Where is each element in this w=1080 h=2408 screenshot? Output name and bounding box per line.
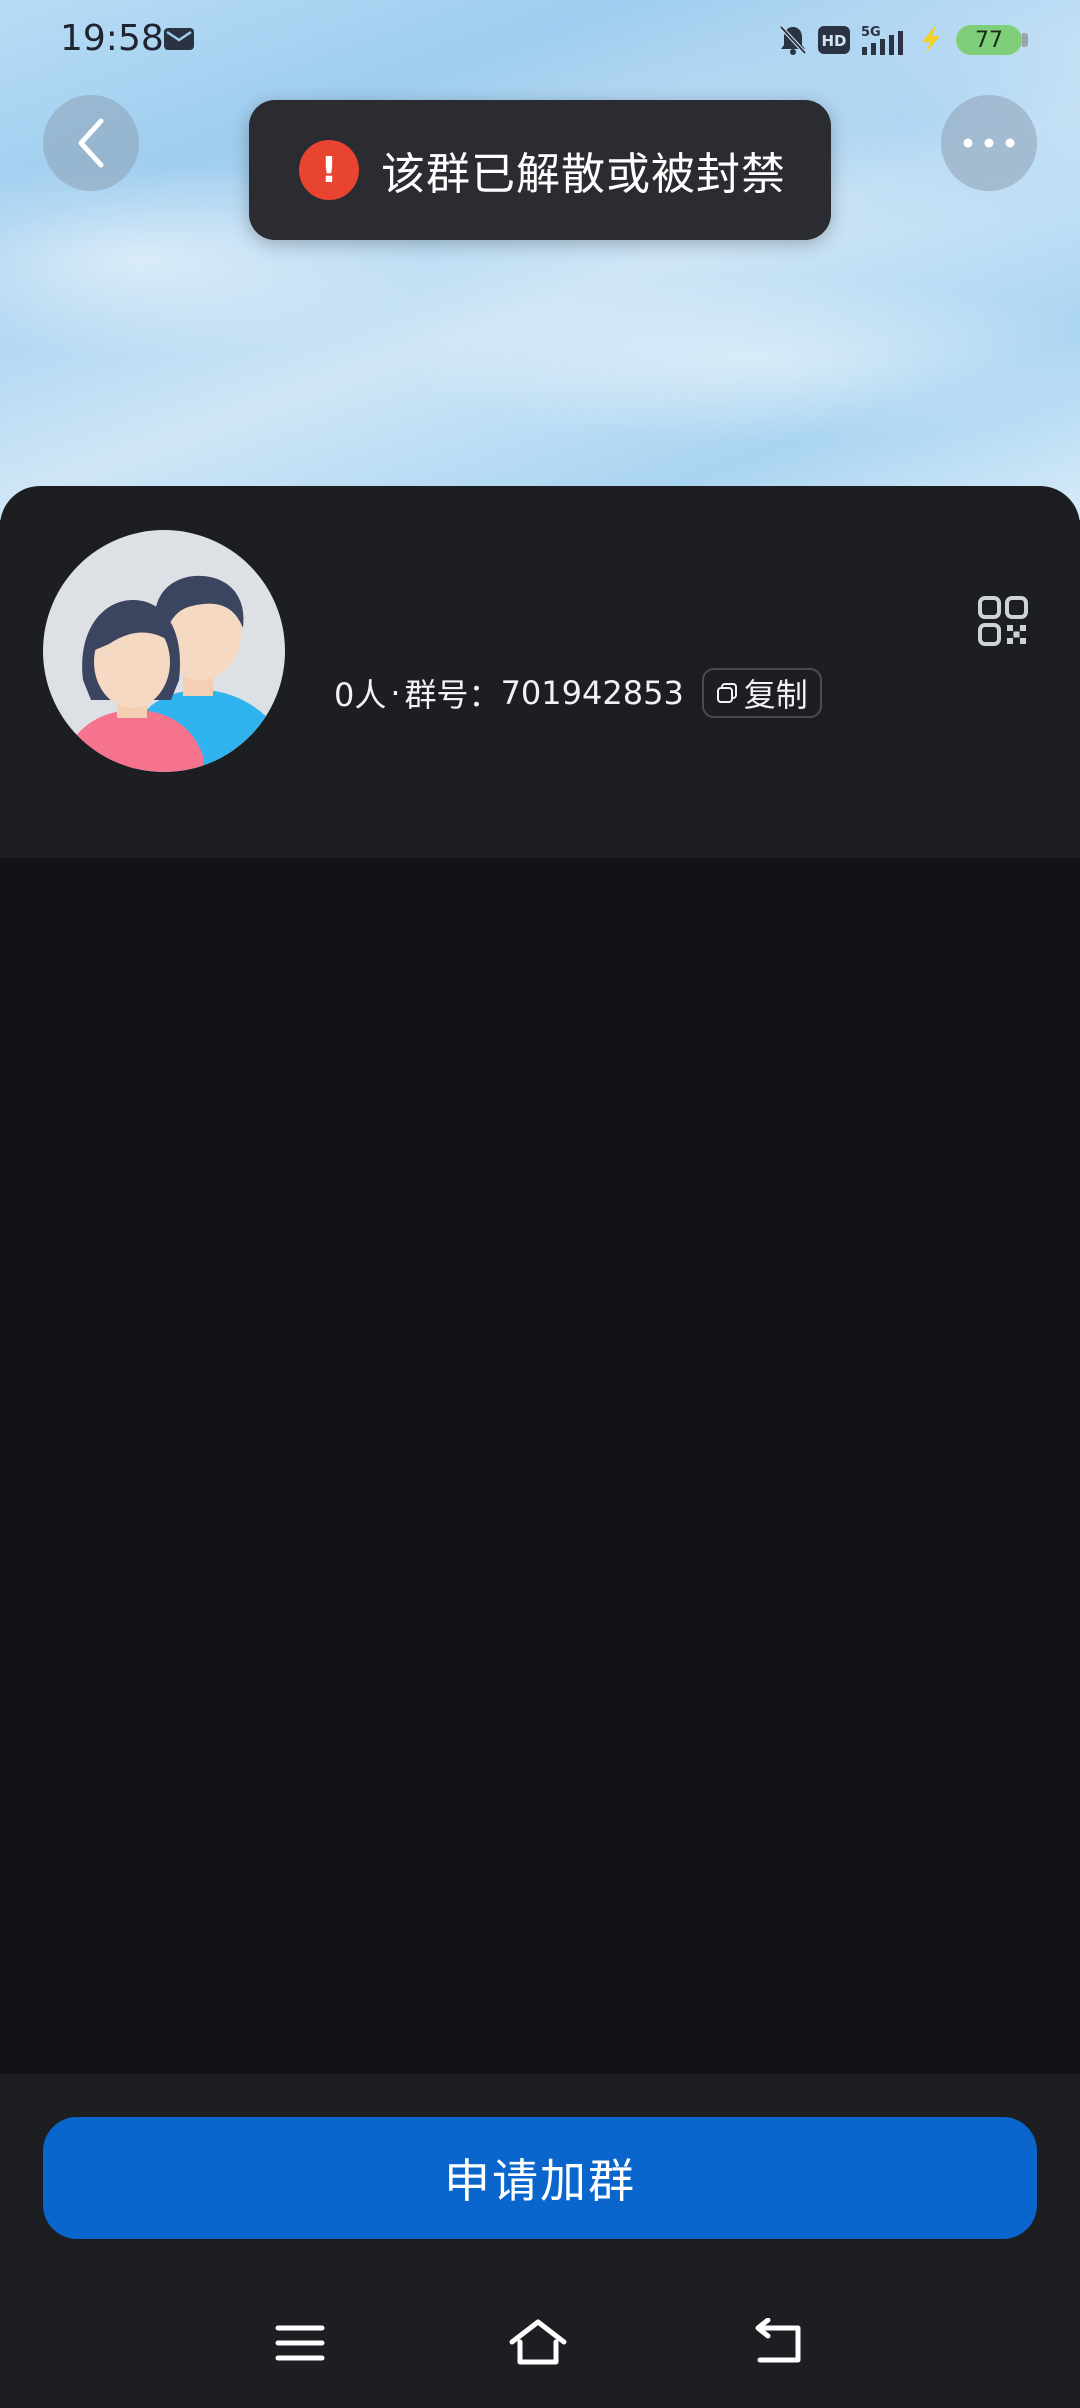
5g-signal-icon: 5G: [861, 25, 903, 55]
charging-icon: [922, 27, 940, 53]
home-icon[interactable]: [508, 2318, 568, 2368]
chevron-left-icon: [78, 118, 104, 168]
apply-join-label: 申请加群: [444, 2154, 636, 2208]
group-id-label: 群号：: [404, 676, 501, 714]
qr-code-icon[interactable]: [978, 596, 1028, 646]
menu-icon[interactable]: [270, 2318, 330, 2368]
svg-text:5G: 5G: [861, 25, 881, 40]
more-button[interactable]: [941, 95, 1037, 191]
group-id: 701942853: [500, 674, 684, 712]
error-toast: ! 该群已解散或被封禁: [249, 100, 831, 240]
battery-icon: 77: [956, 25, 1028, 55]
back-button[interactable]: [43, 95, 139, 191]
toast-message: 该群已解散或被封禁: [381, 149, 786, 200]
apply-join-button[interactable]: 申请加群: [43, 2117, 1037, 2239]
copy-icon: [716, 683, 737, 703]
copy-button[interactable]: 复制: [701, 668, 822, 718]
back-nav-icon[interactable]: [750, 2318, 810, 2368]
hd-icon: HD: [818, 26, 850, 54]
group-avatar[interactable]: [43, 530, 285, 772]
exclamation-icon: !: [299, 140, 359, 200]
more-dots-icon: [963, 138, 1015, 148]
status-bar: 19:58 HD 5G 77: [0, 0, 1080, 82]
status-time: 19:58: [60, 18, 164, 59]
svg-text:HD: HD: [821, 32, 846, 50]
copy-label: 复制: [743, 676, 808, 714]
group-people-icon: [63, 575, 281, 772]
group-info-row: 0人 · 群号： 701942853 复制: [334, 668, 822, 718]
mail-icon: [164, 28, 194, 50]
status-icons: HD 5G 77: [778, 20, 1028, 60]
member-count: 0人: [334, 676, 387, 714]
battery-level: 77: [975, 27, 1003, 53]
mute-bell-icon: [779, 25, 807, 55]
info-separator: ·: [390, 674, 401, 712]
